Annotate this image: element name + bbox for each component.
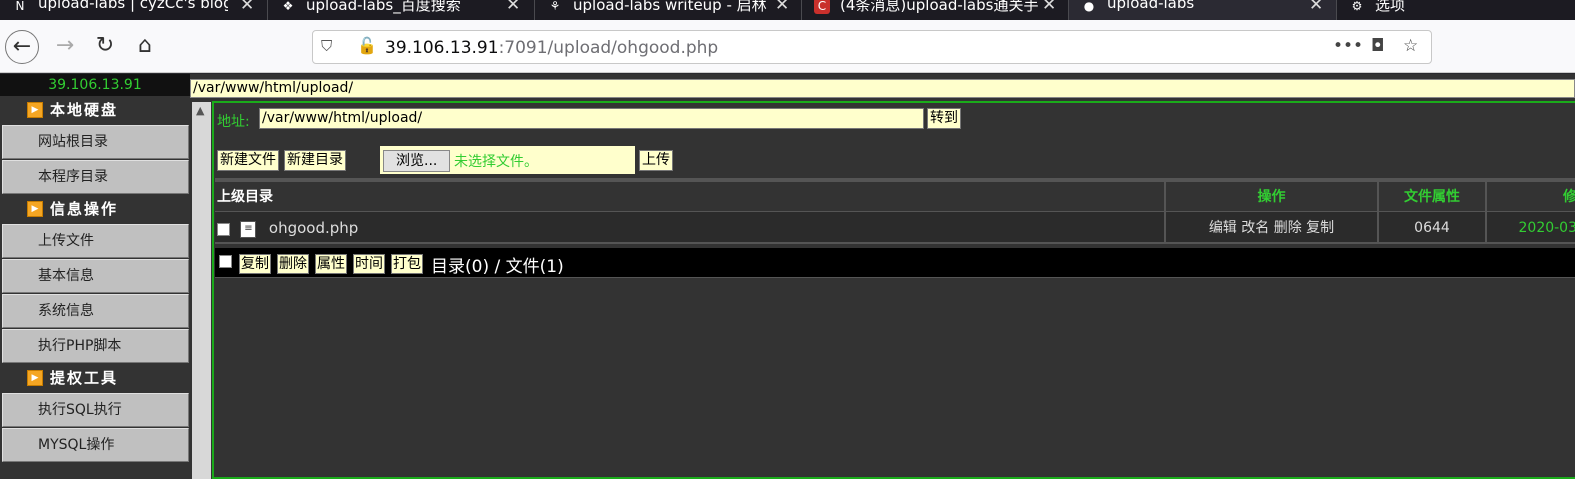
csdn-c-icon: C <box>814 0 830 14</box>
close-icon[interactable]: ✕ <box>1309 0 1323 15</box>
sidebar-item-exec-sql[interactable]: 执行SQL执行 <box>2 393 189 427</box>
baidu-paw-icon: ❖ <box>282 0 294 13</box>
row-checkbox[interactable] <box>217 222 230 236</box>
col-modified: 修 <box>1563 189 1575 205</box>
col-attributes: 文件属性 <box>1379 182 1487 214</box>
shield-icon[interactable]: ⛉ <box>321 37 332 55</box>
file-icon: ≡ <box>240 220 257 238</box>
gear-icon: ⚙ <box>1351 0 1363 13</box>
no-file-label: 未选择文件。 <box>454 154 538 170</box>
close-icon[interactable]: ✕ <box>1042 0 1056 15</box>
batch-attr-button[interactable]: 属性 <box>315 254 347 274</box>
table-row: ≡ ohgood.php 编辑 改名 删除 复制 0644 2020-03 <box>215 211 1575 244</box>
url-bar[interactable]: ⛉ 🔓 39.106.13.91:7091/upload/ohgood.php … <box>312 30 1432 64</box>
file-manager-panel: 地址: /var/www/html/upload/ 转到 新建文件 新建目录 浏… <box>212 101 1575 479</box>
play-arrow-icon: ▶ <box>27 370 43 386</box>
github-icon: ● <box>1083 0 1095 13</box>
home-button[interactable]: ⌂ <box>128 30 162 64</box>
sidebar: 39.106.13.91 ▶ 本地硬盘 网站根目录 本程序目录 ▶ 信息操作 上传文… <box>0 74 190 479</box>
go-button[interactable]: 转到 <box>927 108 961 129</box>
tab-title: 选项 <box>1375 0 1406 14</box>
dir-file-count: 目录(0) / 文件(1) <box>431 257 564 277</box>
play-arrow-icon: ▶ <box>27 102 43 118</box>
tab-cyzcc-blog[interactable]: N upload-labs | cyzCc's blog ✕ <box>0 0 268 20</box>
n-favicon-icon: N <box>15 0 25 13</box>
play-arrow-icon: ▶ <box>27 201 43 217</box>
file-mtime[interactable]: 2020-03 <box>1487 212 1575 243</box>
sidebar-item-program-dir[interactable]: 本程序目录 <box>2 160 189 194</box>
new-dir-button[interactable]: 新建目录 <box>284 150 346 171</box>
file-name-link[interactable]: ohgood.php <box>269 219 358 237</box>
address-label: 地址: <box>217 114 250 130</box>
forward-button[interactable]: → <box>48 30 82 64</box>
file-chooser[interactable]: 浏览... 未选择文件。 <box>380 146 635 174</box>
server-ip: 39.106.13.91 <box>0 74 190 96</box>
section-info-ops: ▶ 信息操作 <box>0 195 190 223</box>
tab-title: (4条消息)upload-labs通关手 <box>840 0 1038 14</box>
file-permissions[interactable]: 0644 <box>1379 212 1487 243</box>
sidebar-item-web-root[interactable]: 网站根目录 <box>2 125 189 159</box>
batch-copy-button[interactable]: 复制 <box>239 254 271 274</box>
reload-button[interactable]: ↻ <box>88 30 122 64</box>
scroll-up-icon[interactable]: ▲ <box>196 104 204 117</box>
page-content: 39.106.13.91 ▶ 本地硬盘 网站根目录 本程序目录 ▶ 信息操作 上传文… <box>0 74 1575 479</box>
batch-actions-row: 复制 删除 属性 时间 打包 目录(0) / 文件(1) <box>215 248 1575 278</box>
parent-dir-link[interactable]: 上级目录 <box>215 182 1166 214</box>
browse-button[interactable]: 浏览... <box>383 150 451 172</box>
tab-title: upload-labs writeup - 启林 <box>573 0 767 14</box>
url-path: :7091/upload/ohgood.php <box>498 38 719 58</box>
close-icon[interactable]: ✕ <box>240 0 254 15</box>
batch-time-button[interactable]: 时间 <box>353 254 385 274</box>
table-header: 上级目录 操作 文件属性 修 <box>215 178 1575 214</box>
tab-csdn[interactable]: C (4条消息)upload-labs通关手 ✕ <box>802 0 1069 20</box>
file-name-cell: ≡ ohgood.php <box>215 212 1166 243</box>
col-operations: 操作 <box>1166 182 1379 214</box>
close-icon[interactable]: ✕ <box>775 0 789 15</box>
file-ops[interactable]: 编辑 改名 删除 复制 <box>1166 212 1379 243</box>
navigation-bar: ← → ↻ ⌂ ⛉ 🔓 39.106.13.91:7091/upload/ohg… <box>0 20 1575 73</box>
insecure-lock-icon[interactable]: 🔓 <box>357 36 377 55</box>
tab-baidu-search[interactable]: ❖ upload-labs_百度搜索 ✕ <box>268 0 535 20</box>
sidebar-scrollbar[interactable]: ▲ <box>192 102 211 479</box>
tab-settings[interactable]: ⚙ 选项 <box>1337 0 1575 20</box>
url-text[interactable]: 39.106.13.91:7091/upload/ohgood.php <box>385 38 718 58</box>
tab-strip: N upload-labs | cyzCc's blog ✕ ❖ upload-… <box>0 0 1575 20</box>
tab-upload-labs-github[interactable]: ● upload-labs ✕ <box>1069 0 1337 20</box>
new-file-button[interactable]: 新建文件 <box>217 150 279 171</box>
select-all-checkbox[interactable] <box>219 255 232 268</box>
sidebar-item-system-info[interactable]: 系统信息 <box>2 294 189 328</box>
sidebar-item-basic-info[interactable]: 基本信息 <box>2 259 189 293</box>
tab-title: upload-labs_百度搜索 <box>306 0 461 14</box>
plant-icon: ⚘ <box>549 0 561 13</box>
section-privesc-tools: ▶ 提权工具 <box>0 364 190 392</box>
upload-button[interactable]: 上传 <box>639 150 673 171</box>
close-icon[interactable]: ✕ <box>506 0 520 15</box>
tab-writeup[interactable]: ⚘ upload-labs writeup - 启林 ✕ <box>535 0 802 20</box>
section-local-disk: ▶ 本地硬盘 <box>0 96 190 124</box>
back-button[interactable]: ← <box>5 30 39 64</box>
pocket-icon[interactable]: ◘ <box>1371 36 1384 56</box>
batch-pack-button[interactable]: 打包 <box>391 254 423 274</box>
more-actions-icon[interactable]: ••• <box>1333 36 1363 56</box>
sidebar-item-exec-php[interactable]: 执行PHP脚本 <box>2 329 189 363</box>
current-path-bar: /var/www/html/upload/ <box>190 79 1575 98</box>
sidebar-item-mysql[interactable]: MYSQL操作 <box>2 428 189 462</box>
address-input[interactable]: /var/www/html/upload/ <box>259 108 924 129</box>
url-host: 39.106.13.91 <box>385 38 499 58</box>
tab-title: upload-labs <box>1107 0 1195 12</box>
batch-delete-button[interactable]: 删除 <box>277 254 309 274</box>
tab-title: upload-labs | cyzCc's blog <box>38 0 228 12</box>
sidebar-item-upload-file[interactable]: 上传文件 <box>2 224 189 258</box>
bookmark-star-icon[interactable]: ☆ <box>1403 36 1418 56</box>
